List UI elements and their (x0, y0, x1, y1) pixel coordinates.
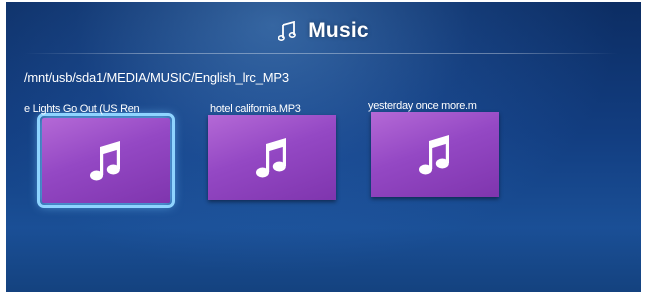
page-title: Music (308, 19, 369, 42)
music-browser-screen: Music /mnt/usb/sda1/MEDIA/MUSIC/English_… (6, 2, 641, 292)
current-path: /mnt/usb/sda1/MEDIA/MUSIC/English_lrc_MP… (24, 70, 289, 85)
header-divider (24, 53, 618, 54)
file-label: hotel california.MP3 (210, 103, 301, 115)
music-note-icon (90, 140, 120, 180)
file-label: yesterday once more.m (368, 100, 477, 112)
music-note-icon (256, 137, 286, 177)
file-tile[interactable] (371, 112, 499, 197)
file-thumbnail (37, 113, 175, 208)
file-tile[interactable] (37, 113, 175, 208)
file-tile[interactable] (208, 115, 336, 200)
header: Music (6, 12, 641, 50)
file-label: e Lights Go Out (US Ren (24, 103, 140, 115)
file-thumbnail (371, 112, 499, 197)
music-note-icon (419, 134, 449, 174)
file-thumbnail (208, 115, 336, 200)
music-note-icon (278, 21, 297, 41)
